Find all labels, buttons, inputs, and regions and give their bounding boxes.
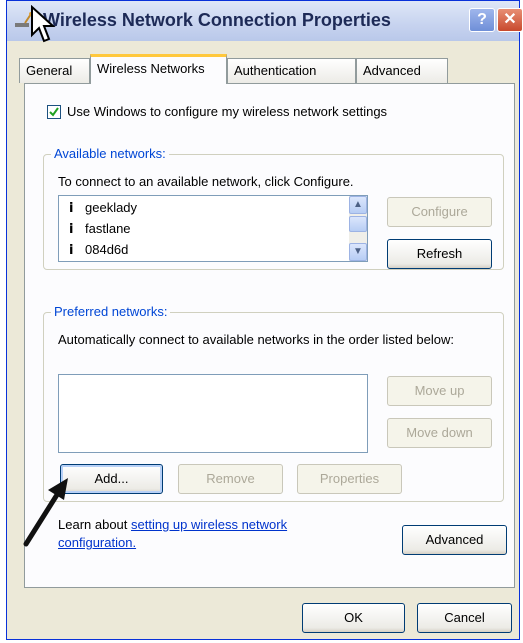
- title-bar[interactable]: Wireless Network Connection Properties ?…: [7, 1, 523, 41]
- advanced-button[interactable]: Advanced: [402, 525, 507, 555]
- scroll-up-icon[interactable]: ▲: [349, 196, 367, 214]
- move-up-button[interactable]: Move up: [387, 376, 492, 406]
- preferred-networks-legend: Preferred networks:: [51, 304, 171, 319]
- preferred-networks-list[interactable]: [58, 374, 368, 453]
- annotation-arrow-icon: [23, 478, 68, 547]
- cancel-button[interactable]: Cancel: [417, 603, 512, 633]
- tab-advanced[interactable]: Advanced: [356, 58, 448, 83]
- antenna-icon: i: [69, 222, 74, 237]
- window-title: Wireless Network Connection Properties: [43, 10, 391, 30]
- list-item[interactable]: i fastlane: [69, 221, 131, 237]
- refresh-button[interactable]: Refresh: [387, 239, 492, 269]
- list-scrollbar[interactable]: ▲ ▼: [349, 196, 367, 261]
- tab-general[interactable]: General: [19, 58, 90, 83]
- scroll-thumb[interactable]: [349, 216, 367, 232]
- use-windows-checkbox[interactable]: [47, 105, 61, 119]
- tab-wireless-networks[interactable]: Wireless Networks: [90, 54, 227, 84]
- available-networks-legend: Available networks:: [51, 146, 169, 161]
- properties-button[interactable]: Properties: [297, 464, 402, 494]
- scroll-down-icon[interactable]: ▼: [349, 243, 367, 261]
- remove-button[interactable]: Remove: [178, 464, 283, 494]
- learn-about-text: Learn about setting up wireless network …: [58, 516, 287, 552]
- checkmark-icon: [49, 107, 59, 117]
- network-name: 084d6d: [85, 242, 129, 257]
- help-button[interactable]: ?: [469, 8, 495, 32]
- antenna-icon: i: [69, 201, 74, 216]
- antenna-icon: i: [69, 243, 74, 258]
- ok-button[interactable]: OK: [302, 603, 405, 633]
- tab-panel: Use Windows to configure my wireless net…: [24, 83, 515, 588]
- network-name: fastlane: [85, 221, 131, 236]
- properties-dialog: Wireless Network Connection Properties ?…: [6, 0, 523, 640]
- available-networks-description: To connect to an available network, clic…: [58, 174, 354, 189]
- list-item[interactable]: i 084d6d: [69, 242, 128, 258]
- network-name: geeklady: [85, 200, 138, 215]
- mouse-pointer-icon: [31, 5, 56, 43]
- close-button[interactable]: ✕: [497, 8, 523, 32]
- tab-authentication[interactable]: Authentication: [227, 58, 356, 83]
- preferred-networks-description: Automatically connect to available netwo…: [58, 332, 454, 347]
- wireless-setup-link[interactable]: setting up wireless network: [131, 517, 287, 532]
- list-item[interactable]: i geeklady: [69, 200, 137, 216]
- configure-button[interactable]: Configure: [387, 197, 492, 227]
- move-down-button[interactable]: Move down: [387, 418, 492, 448]
- use-windows-label: Use Windows to configure my wireless net…: [67, 104, 388, 119]
- available-networks-list[interactable]: i geeklady i fastlane i 084d6d ▲ ▼: [58, 195, 368, 262]
